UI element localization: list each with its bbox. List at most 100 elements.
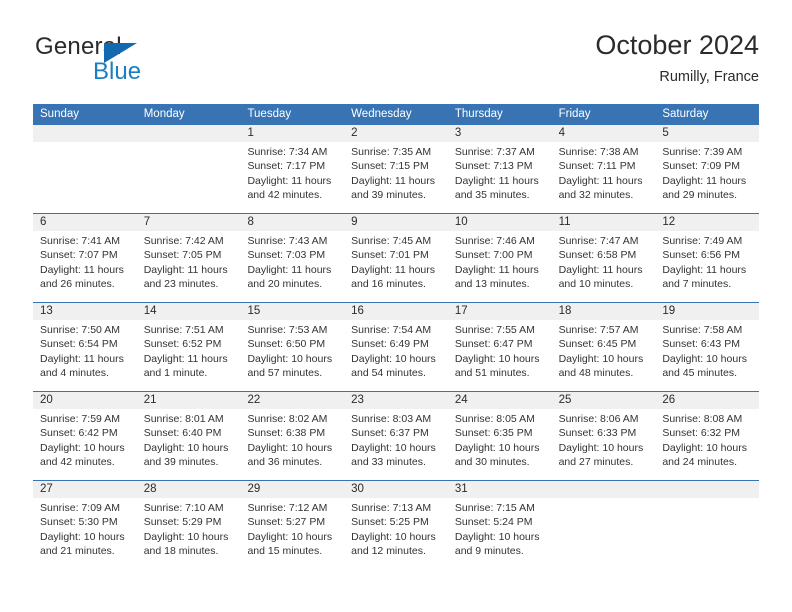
calendar-day-cell[interactable]: 7 Sunrise: 7:42 AM Sunset: 7:05 PM Daylight…: [136, 214, 241, 302]
day-detail-line: Daylight: 11 hours: [247, 174, 332, 187]
day-detail-line: Daylight: 11 hours: [662, 263, 747, 276]
day-detail-line: Sunrise: 7:53 AM: [247, 324, 328, 336]
day-detail-line: Daylight: 10 hours: [351, 441, 436, 454]
day-detail-line: Sunset: 6:43 PM: [662, 338, 740, 351]
calendar-day-cell[interactable]: 19 Sunrise: 7:58 AM Sunset: 6:43 PM Dayligh…: [655, 303, 760, 391]
calendar-week-row: 13 Sunrise: 7:50 AM Sunset: 6:54 PM Dayligh…: [33, 302, 760, 391]
day-details: Sunrise: 7:12 AM Sunset: 5:27 PM Daylight:…: [240, 498, 344, 558]
day-detail-line: Sunrise: 7:13 AM: [351, 502, 432, 514]
day-detail-line: Sunrise: 7:46 AM: [454, 235, 535, 247]
calendar-day-cell[interactable]: 15 Sunrise: 7:53 AM Sunset: 6:50 PM Dayligh…: [240, 303, 345, 391]
day-details: Sunrise: 7:37 AM Sunset: 7:13 PM Daylight:…: [448, 142, 552, 202]
calendar-day-cell[interactable]: 30 Sunrise: 7:13 AM Sunset: 5:25 PM Dayligh…: [344, 481, 448, 569]
calendar-day-cell[interactable]: 17 Sunrise: 7:55 AM Sunset: 6:47 PM Dayligh…: [447, 303, 552, 391]
calendar-day-cell[interactable]: 5 Sunrise: 7:39 AM Sunset: 7:09 PM Daylight…: [655, 125, 760, 213]
calendar-day-cell[interactable]: 12 Sunrise: 7:49 AM Sunset: 6:56 PM Dayligh…: [655, 214, 760, 302]
calendar-day-cell[interactable]: 4 Sunrise: 7:38 AM Sunset: 7:11 PM Daylight…: [551, 125, 656, 213]
day-detail-line: Daylight: 11 hours: [247, 263, 332, 276]
day-number: [33, 125, 137, 142]
calendar-week-row: 20 Sunrise: 7:59 AM Sunset: 6:42 PM Dayligh…: [33, 391, 760, 480]
day-detail-line: Sunset: 6:52 PM: [143, 338, 222, 351]
calendar-day-cell[interactable]: 3 Sunrise: 7:37 AM Sunset: 7:13 PM Daylight…: [447, 125, 552, 213]
calendar-day-cell[interactable]: 23 Sunrise: 8:03 AM Sunset: 6:37 PM Dayligh…: [344, 392, 448, 480]
day-detail-line: Sunrise: 7:45 AM: [351, 235, 432, 247]
day-detail-line: and 42 minutes.: [247, 188, 323, 201]
day-details: Sunrise: 7:38 AM Sunset: 7:11 PM Daylight:…: [552, 142, 656, 202]
calendar-day-cell[interactable]: 13 Sunrise: 7:50 AM Sunset: 6:54 PM Dayligh…: [33, 303, 137, 391]
calendar-day-cell[interactable]: 24 Sunrise: 8:05 AM Sunset: 6:35 PM Dayligh…: [447, 392, 552, 480]
day-detail-line: Sunrise: 7:54 AM: [351, 324, 432, 336]
day-detail-line: Sunset: 6:49 PM: [351, 338, 429, 351]
day-detail-line: Sunrise: 7:51 AM: [143, 324, 224, 336]
calendar-day-cell[interactable]: 11 Sunrise: 7:47 AM Sunset: 6:58 PM Dayligh…: [551, 214, 656, 302]
day-detail-line: and 57 minutes.: [247, 366, 323, 379]
calendar-day-cell[interactable]: 26 Sunrise: 8:08 AM Sunset: 6:32 PM Dayligh…: [655, 392, 760, 480]
day-details: Sunrise: 7:43 AM Sunset: 7:03 PM Daylight:…: [240, 231, 344, 291]
day-detail-line: Sunrise: 7:10 AM: [143, 502, 224, 514]
day-details: Sunrise: 7:15 AM Sunset: 5:24 PM Daylight:…: [448, 498, 552, 558]
calendar-day-cell[interactable]: 18 Sunrise: 7:57 AM Sunset: 6:45 PM Dayligh…: [551, 303, 656, 391]
calendar-day-cell[interactable]: 14 Sunrise: 7:51 AM Sunset: 6:52 PM Dayligh…: [136, 303, 241, 391]
day-detail-line: Daylight: 10 hours: [143, 530, 229, 543]
day-detail-line: and 54 minutes.: [351, 366, 426, 379]
day-detail-line: Sunrise: 7:39 AM: [662, 146, 743, 158]
day-number: 14: [136, 303, 241, 320]
day-detail-line: Sunrise: 7:43 AM: [247, 235, 328, 247]
day-detail-line: Daylight: 10 hours: [454, 352, 540, 365]
calendar-day-cell-empty: [33, 125, 137, 213]
calendar-day-cell[interactable]: 25 Sunrise: 8:06 AM Sunset: 6:33 PM Dayligh…: [551, 392, 656, 480]
weekday-header-row: Sunday Monday Tuesday Wednesday Thursday…: [33, 104, 759, 125]
day-detail-line: and 29 minutes.: [662, 188, 738, 201]
day-detail-line: Daylight: 10 hours: [40, 530, 125, 543]
calendar-day-cell[interactable]: 9 Sunrise: 7:45 AM Sunset: 7:01 PM Daylight…: [344, 214, 448, 302]
calendar-day-cell[interactable]: 27 Sunrise: 7:09 AM Sunset: 5:30 PM Dayligh…: [33, 481, 137, 569]
day-detail-line: Sunset: 6:38 PM: [247, 427, 326, 440]
general-blue-logo[interactable]: General Blue: [33, 34, 243, 90]
day-details: Sunrise: 8:08 AM Sunset: 6:32 PM Daylight:…: [655, 409, 759, 469]
calendar-day-cell[interactable]: 8 Sunrise: 7:43 AM Sunset: 7:03 PM Daylight…: [240, 214, 345, 302]
calendar-day-cell[interactable]: 31 Sunrise: 7:15 AM Sunset: 5:24 PM Dayligh…: [447, 481, 552, 569]
day-detail-line: Sunset: 7:01 PM: [351, 249, 429, 262]
day-number: 1: [240, 125, 345, 142]
calendar-day-cell[interactable]: 1 Sunrise: 7:34 AM Sunset: 7:17 PM Daylight…: [240, 125, 345, 213]
calendar-day-cell-empty: [136, 125, 241, 213]
page-subtitle-location: Rumilly, France: [659, 69, 759, 85]
calendar-day-cell[interactable]: 22 Sunrise: 8:02 AM Sunset: 6:38 PM Dayligh…: [240, 392, 345, 480]
calendar-day-cell[interactable]: 28 Sunrise: 7:10 AM Sunset: 5:29 PM Dayligh…: [136, 481, 241, 569]
day-detail-line: and 30 minutes.: [454, 455, 530, 468]
day-detail-line: and 21 minutes.: [40, 544, 115, 557]
day-details: Sunrise: 7:45 AM Sunset: 7:01 PM Daylight:…: [344, 231, 448, 291]
day-detail-line: and 35 minutes.: [454, 188, 530, 201]
day-detail-line: Daylight: 11 hours: [40, 263, 124, 276]
calendar-day-cell[interactable]: 21 Sunrise: 8:01 AM Sunset: 6:40 PM Dayligh…: [136, 392, 241, 480]
day-detail-line: Daylight: 11 hours: [662, 174, 747, 187]
day-detail-line: and 15 minutes.: [247, 544, 323, 557]
day-detail-line: Sunrise: 7:09 AM: [40, 502, 120, 514]
day-detail-line: Daylight: 11 hours: [40, 352, 124, 365]
day-detail-line: Sunset: 7:15 PM: [351, 160, 429, 173]
day-details: [552, 498, 656, 501]
calendar-day-cell[interactable]: 20 Sunrise: 7:59 AM Sunset: 6:42 PM Dayligh…: [33, 392, 137, 480]
day-number: 2: [344, 125, 448, 142]
calendar-day-cell[interactable]: 16 Sunrise: 7:54 AM Sunset: 6:49 PM Dayligh…: [344, 303, 448, 391]
day-number: 21: [136, 392, 241, 409]
day-number: [655, 481, 760, 498]
day-number: 29: [240, 481, 345, 498]
day-detail-line: Sunrise: 7:34 AM: [247, 146, 328, 158]
calendar-day-cell[interactable]: 2 Sunrise: 7:35 AM Sunset: 7:15 PM Daylight…: [344, 125, 448, 213]
day-detail-line: Sunrise: 7:55 AM: [454, 324, 535, 336]
day-detail-line: and 26 minutes.: [40, 277, 115, 290]
day-details: Sunrise: 7:57 AM Sunset: 6:45 PM Daylight:…: [552, 320, 656, 380]
day-details: Sunrise: 7:13 AM Sunset: 5:25 PM Daylight:…: [344, 498, 448, 558]
day-number: 24: [447, 392, 552, 409]
day-detail-line: Daylight: 10 hours: [662, 441, 747, 454]
day-details: Sunrise: 7:50 AM Sunset: 6:54 PM Daylight:…: [33, 320, 137, 380]
day-details: Sunrise: 7:35 AM Sunset: 7:15 PM Daylight:…: [344, 142, 448, 202]
day-number: 4: [551, 125, 656, 142]
calendar-day-cell[interactable]: 6 Sunrise: 7:41 AM Sunset: 7:07 PM Daylight…: [33, 214, 137, 302]
day-detail-line: Daylight: 11 hours: [454, 174, 539, 187]
day-number: 15: [240, 303, 345, 320]
calendar-day-cell[interactable]: 29 Sunrise: 7:12 AM Sunset: 5:27 PM Dayligh…: [240, 481, 345, 569]
weekday-header-wednesday: Wednesday: [351, 108, 412, 120]
calendar-day-cell[interactable]: 10 Sunrise: 7:46 AM Sunset: 7:00 PM Dayligh…: [447, 214, 552, 302]
